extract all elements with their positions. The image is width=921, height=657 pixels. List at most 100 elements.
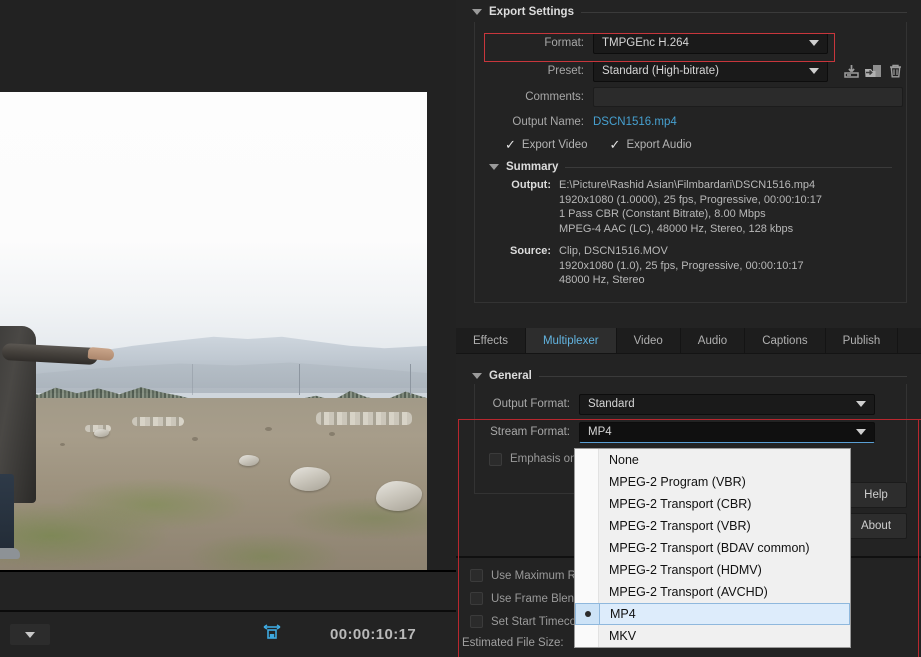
output-format-label: Output Format: bbox=[492, 398, 570, 410]
chevron-down-icon bbox=[809, 40, 819, 46]
output-name-label: Output Name: bbox=[512, 116, 584, 128]
help-button[interactable]: Help bbox=[845, 482, 907, 508]
chevron-down-icon bbox=[25, 631, 35, 638]
tabs-filler bbox=[898, 328, 921, 353]
option-label: MPEG-2 Program (VBR) bbox=[609, 475, 746, 489]
option-label: None bbox=[609, 453, 639, 467]
selected-bullet-icon bbox=[585, 611, 591, 617]
preset-select[interactable]: Standard (High-bitrate) bbox=[593, 60, 828, 82]
tab-publish[interactable]: Publish bbox=[825, 328, 899, 353]
format-row: Format: TMPGEnc H.264 bbox=[475, 28, 906, 58]
use-max-render-quality-label: Use Maximum Re bbox=[491, 569, 583, 582]
set-start-timecode-checkbox[interactable] bbox=[470, 615, 483, 628]
divider bbox=[565, 166, 892, 168]
tab-multiplexer[interactable]: Multiplexer bbox=[525, 328, 617, 353]
stream-highlight-top bbox=[458, 419, 921, 420]
summary-output-line-0: E:\Picture\Rashid Asian\Filmbardari\DSCN… bbox=[559, 179, 816, 191]
zoom-level-dropdown[interactable] bbox=[10, 624, 50, 645]
preset-value: Standard (High-bitrate) bbox=[602, 65, 719, 77]
video-preview-frame[interactable] bbox=[0, 92, 427, 570]
format-value: TMPGEnc H.264 bbox=[602, 37, 689, 49]
option-gutter bbox=[575, 449, 599, 471]
export-video-label: Export Video bbox=[521, 138, 588, 151]
divider bbox=[538, 375, 907, 377]
preview-bottom-toolbar: 00:00:10:17 bbox=[0, 610, 456, 657]
option-label: MP4 bbox=[610, 607, 636, 621]
dropdown-option-mpeg2-transport-bdav[interactable]: MPEG-2 Transport (BDAV common) bbox=[575, 537, 850, 559]
stream-format-value: MP4 bbox=[588, 426, 612, 438]
disclosure-triangle-icon[interactable] bbox=[472, 373, 482, 379]
preview-scrubbar[interactable] bbox=[0, 570, 456, 610]
summary-header[interactable]: Summary bbox=[475, 155, 906, 175]
preview-person-leg bbox=[0, 474, 14, 556]
summary-source-row: Source: Clip, DSCN1516.MOV 1920x1080 (1.… bbox=[475, 244, 906, 288]
dropdown-option-mpeg2-transport-vbr[interactable]: MPEG-2 Transport (VBR) bbox=[575, 515, 850, 537]
summary-output-line-3: MPEG-4 AAC (LC), 48000 Hz, Stereo, 128 k… bbox=[559, 222, 794, 235]
use-frame-blending-checkbox[interactable] bbox=[470, 592, 483, 605]
dropdown-option-mp4[interactable]: MP4 bbox=[575, 603, 850, 625]
option-gutter bbox=[575, 493, 599, 515]
tab-audio[interactable]: Audio bbox=[680, 328, 746, 353]
output-name-link[interactable]: DSCN1516.mp4 bbox=[593, 116, 677, 128]
option-gutter bbox=[575, 471, 599, 493]
general-title: General bbox=[489, 370, 532, 382]
use-frame-blending-label: Use Frame Blend bbox=[491, 592, 581, 605]
disclosure-triangle-icon[interactable] bbox=[472, 9, 482, 15]
source-preview-panel: 00:00:10:17 bbox=[0, 0, 456, 657]
export-toggles-row: ✓ Export Video ✓ Export Audio bbox=[475, 134, 906, 155]
divider bbox=[580, 11, 907, 13]
fit-to-width-icon[interactable] bbox=[263, 623, 281, 646]
about-button[interactable]: About bbox=[845, 513, 907, 539]
use-max-render-quality-checkbox[interactable] bbox=[470, 569, 483, 582]
option-gutter bbox=[575, 625, 599, 647]
format-select[interactable]: TMPGEnc H.264 bbox=[593, 32, 828, 54]
tab-effects[interactable]: Effects bbox=[456, 328, 526, 353]
stream-format-dropdown-list[interactable]: None MPEG-2 Program (VBR) MPEG-2 Transpo… bbox=[574, 448, 851, 648]
tab-captions[interactable]: Captions bbox=[745, 328, 826, 353]
import-preset-icon[interactable] bbox=[862, 61, 884, 81]
preview-sky bbox=[0, 92, 427, 360]
export-audio-label: Export Audio bbox=[626, 138, 692, 151]
comments-label: Comments: bbox=[525, 91, 584, 103]
export-settings-title: Export Settings bbox=[489, 6, 574, 18]
output-format-row: Output Format: Standard bbox=[475, 390, 906, 418]
export-settings-header[interactable]: Export Settings bbox=[456, 0, 921, 20]
preview-timecode[interactable]: 00:00:10:17 bbox=[330, 626, 416, 643]
chevron-down-icon bbox=[856, 429, 866, 435]
option-label: MPEG-2 Transport (BDAV common) bbox=[609, 541, 810, 555]
summary-source-line-0: Clip, DSCN1516.MOV bbox=[559, 245, 668, 257]
disclosure-triangle-icon[interactable] bbox=[489, 164, 499, 170]
tab-video[interactable]: Video bbox=[616, 328, 681, 353]
preset-row: Preset: Standard (High-bitrate) bbox=[475, 58, 906, 84]
stream-format-select[interactable]: MP4 bbox=[579, 421, 875, 443]
delete-preset-icon[interactable] bbox=[884, 61, 906, 81]
settings-tabs: Effects Multiplexer Video Audio Captions… bbox=[456, 328, 921, 354]
preset-label: Preset: bbox=[547, 65, 584, 77]
option-gutter bbox=[575, 559, 599, 581]
preview-person-shoe bbox=[0, 548, 20, 560]
output-format-value: Standard bbox=[588, 398, 635, 410]
dropdown-option-none[interactable]: None bbox=[575, 449, 850, 471]
comments-input[interactable] bbox=[593, 87, 903, 107]
export-settings-body: Format: TMPGEnc H.264 Preset: Standard (… bbox=[474, 22, 907, 303]
save-preset-icon[interactable] bbox=[840, 61, 862, 81]
export-settings-window: 00:00:10:17 Export Settings Format: TMPG… bbox=[0, 0, 921, 657]
dropdown-option-mkv[interactable]: MKV bbox=[575, 625, 850, 647]
chevron-down-icon bbox=[809, 68, 819, 74]
checkmark-icon: ✓ bbox=[609, 137, 621, 152]
option-gutter bbox=[575, 515, 599, 537]
set-start-timecode-label: Set Start Timeco bbox=[491, 615, 577, 628]
emphasis-checkbox[interactable] bbox=[489, 452, 502, 466]
stream-format-row: Stream Format: MP4 bbox=[475, 418, 906, 446]
dropdown-option-mpeg2-transport-avchd[interactable]: MPEG-2 Transport (AVCHD) bbox=[575, 581, 850, 603]
export-video-checkbox[interactable]: ✓ Export Video bbox=[505, 138, 588, 151]
output-format-select[interactable]: Standard bbox=[579, 393, 875, 415]
dropdown-option-mpeg2-program-vbr[interactable]: MPEG-2 Program (VBR) bbox=[575, 471, 850, 493]
dropdown-option-mpeg2-transport-hdmv[interactable]: MPEG-2 Transport (HDMV) bbox=[575, 559, 850, 581]
summary-title: Summary bbox=[506, 161, 559, 173]
dropdown-option-mpeg2-transport-cbr[interactable]: MPEG-2 Transport (CBR) bbox=[575, 493, 850, 515]
export-audio-checkbox[interactable]: ✓ Export Audio bbox=[610, 138, 692, 151]
export-settings-pane: Export Settings Format: TMPGEnc H.264 Pr… bbox=[456, 0, 921, 657]
general-header[interactable]: General bbox=[456, 364, 921, 384]
side-button-column: Help About bbox=[845, 482, 907, 544]
